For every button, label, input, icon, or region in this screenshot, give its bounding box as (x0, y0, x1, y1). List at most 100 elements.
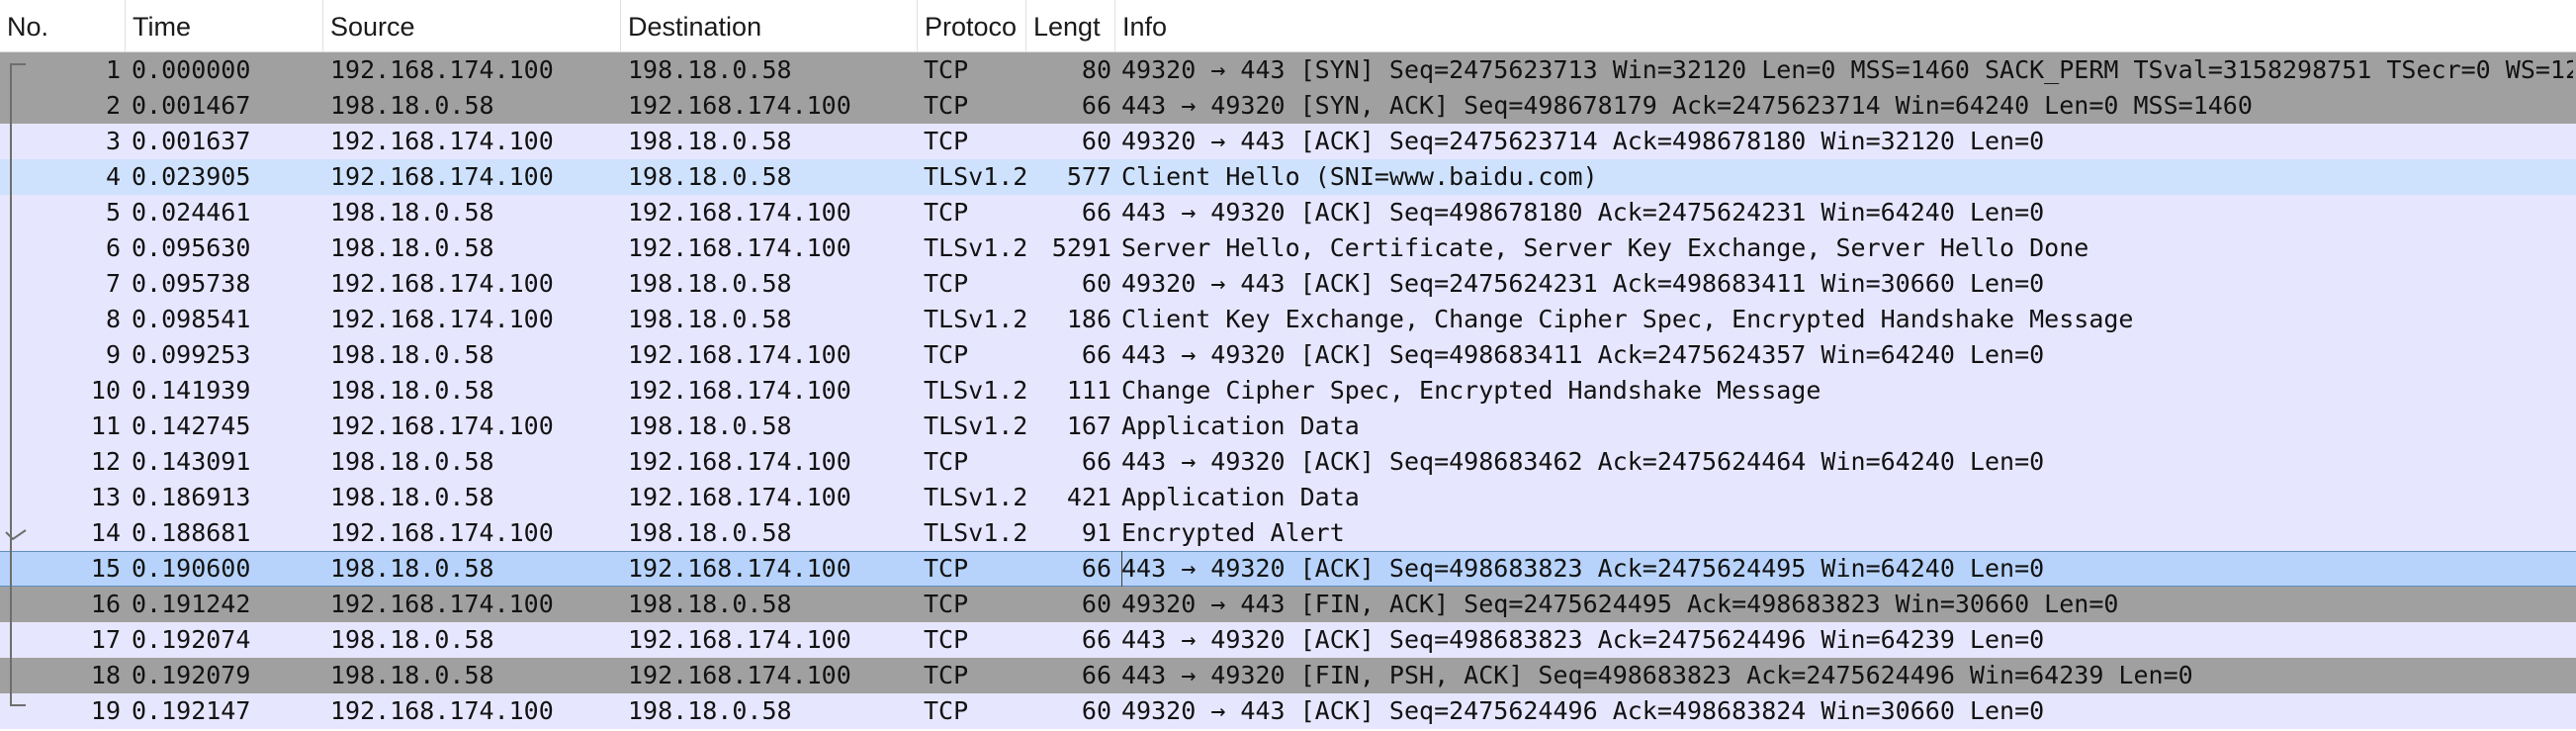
packet-length: 167 (1066, 411, 1111, 440)
packet-protocol: TCP (924, 554, 969, 583)
packet-row[interactable]: 4 0.023905 192.168.174.100 198.18.0.58 TLSv1… (0, 159, 2576, 195)
packet-row[interactable]: 3 0.001637 192.168.174.100 198.18.0.58 TCP 60… (0, 124, 2576, 159)
packet-no: 15 (90, 554, 121, 583)
packet-protocol: TCP (924, 269, 969, 298)
packet-row[interactable]: 13 0.186913 198.18.0.58 192.168.174.100 TLSv… (0, 480, 2576, 515)
packet-source: 198.18.0.58 (330, 376, 494, 405)
packet-row[interactable]: 14 0.188681 192.168.174.100 198.18.0.58 TLSv… (0, 515, 2576, 551)
packet-time: 0.186913 (132, 483, 251, 511)
packet-destination: 198.18.0.58 (628, 590, 792, 618)
packet-destination: 192.168.174.100 (628, 625, 851, 654)
packet-info: Client Hello (SNI=www.baidu.com) (1121, 162, 1598, 191)
packet-row[interactable]: 9 0.099253 198.18.0.58 192.168.174.100 TCP 66… (0, 337, 2576, 373)
packet-protocol: TCP (924, 340, 969, 369)
packet-time: 0.000000 (132, 55, 251, 84)
packet-no: 1 (105, 55, 121, 84)
packet-length: 421 (1066, 483, 1111, 511)
packet-source: 198.18.0.58 (330, 91, 494, 120)
packet-list[interactable]: No. Time Source Destination Protoco Leng… (0, 0, 2576, 731)
packet-protocol: TCP (924, 590, 969, 618)
packet-length: 66 (1081, 340, 1111, 369)
packet-info: 443 → 49320 [ACK] Seq=498683823 Ack=2475… (1121, 551, 2573, 587)
packet-row[interactable]: 11 0.142745 192.168.174.100 198.18.0.58 TLSv… (0, 409, 2576, 444)
packet-source: 198.18.0.58 (330, 554, 494, 583)
packet-length: 66 (1081, 198, 1111, 227)
packet-row[interactable]: 8 0.098541 192.168.174.100 198.18.0.58 TLSv1… (0, 302, 2576, 337)
packet-protocol: TCP (924, 127, 969, 155)
packet-time: 0.024461 (132, 198, 251, 227)
packet-no: 12 (90, 447, 121, 476)
packet-destination: 198.18.0.58 (628, 162, 792, 191)
packet-row[interactable]: 7 0.095738 192.168.174.100 198.18.0.58 TCP 60… (0, 266, 2576, 302)
packet-row[interactable]: 5 0.024461 198.18.0.58 192.168.174.100 TCP 66… (0, 195, 2576, 230)
packet-protocol: TCP (924, 696, 969, 725)
column-header-no[interactable]: No. (0, 0, 126, 51)
packet-length: 5291 (1051, 233, 1111, 262)
packet-destination: 192.168.174.100 (628, 554, 851, 583)
column-header-info[interactable]: Info (1115, 0, 2576, 51)
packet-no: 7 (105, 269, 121, 298)
packet-no: 16 (90, 590, 121, 618)
packet-info: 443 → 49320 [FIN, PSH, ACK] Seq=49868382… (1121, 661, 2193, 689)
packet-row[interactable]: 6 0.095630 198.18.0.58 192.168.174.100 TLSv1… (0, 230, 2576, 266)
packet-row[interactable]: 2 0.001467 198.18.0.58 192.168.174.100 TCP 66… (0, 88, 2576, 124)
packet-length: 66 (1081, 447, 1111, 476)
packet-info: 443 → 49320 [SYN, ACK] Seq=498678179 Ack… (1121, 91, 2253, 120)
packet-length: 66 (1081, 625, 1111, 654)
packet-source: 198.18.0.58 (330, 447, 494, 476)
packet-row[interactable]: 16 0.191242 192.168.174.100 198.18.0.58 TCP 6… (0, 587, 2576, 622)
column-header-length[interactable]: Lengt (1026, 0, 1115, 51)
packet-no: 9 (105, 340, 121, 369)
packet-info: 49320 → 443 [SYN] Seq=2475623713 Win=321… (1121, 55, 2573, 84)
packet-source: 192.168.174.100 (330, 305, 554, 333)
packet-source: 192.168.174.100 (330, 696, 554, 725)
packet-length: 60 (1081, 696, 1111, 725)
packet-row[interactable]: 19 0.192147 192.168.174.100 198.18.0.58 TCP 6… (0, 693, 2576, 729)
packet-info: 443 → 49320 [ACK] Seq=498683411 Ack=2475… (1121, 340, 2045, 369)
packet-length: 60 (1081, 590, 1111, 618)
packet-row[interactable]: 15 0.190600 198.18.0.58 192.168.174.100 TCP 6… (0, 551, 2576, 587)
packet-time: 0.095738 (132, 269, 251, 298)
packet-time: 0.142745 (132, 411, 251, 440)
column-header-time[interactable]: Time (126, 0, 323, 51)
packet-info: 443 → 49320 [ACK] Seq=498678180 Ack=2475… (1121, 198, 2045, 227)
packet-info: Server Hello, Certificate, Server Key Ex… (1121, 233, 2089, 262)
column-header-protocol[interactable]: Protoco (918, 0, 1026, 51)
packet-protocol: TLSv1.2 (924, 233, 1028, 262)
column-header-destination[interactable]: Destination (621, 0, 918, 51)
packet-time: 0.190600 (132, 554, 251, 583)
column-header-source[interactable]: Source (323, 0, 621, 51)
packet-length: 111 (1066, 376, 1111, 405)
packet-row[interactable]: 18 0.192079 198.18.0.58 192.168.174.100 TCP 6… (0, 658, 2576, 693)
packet-destination: 198.18.0.58 (628, 305, 792, 333)
packet-destination: 192.168.174.100 (628, 340, 851, 369)
packet-row[interactable]: 1 0.000000 192.168.174.100 198.18.0.58 TCP 80… (0, 52, 2576, 88)
packet-no: 2 (105, 91, 121, 120)
packet-source: 198.18.0.58 (330, 340, 494, 369)
packet-time: 0.188681 (132, 518, 251, 547)
packet-no: 5 (105, 198, 121, 227)
packet-protocol: TLSv1.2 (924, 518, 1028, 547)
packet-no: 4 (105, 162, 121, 191)
packet-destination: 198.18.0.58 (628, 127, 792, 155)
packet-destination: 192.168.174.100 (628, 483, 851, 511)
packet-time: 0.023905 (132, 162, 251, 191)
packet-source: 192.168.174.100 (330, 590, 554, 618)
packet-no: 3 (105, 127, 121, 155)
packet-time: 0.141939 (132, 376, 251, 405)
packet-time: 0.192079 (132, 661, 251, 689)
packet-row[interactable]: 17 0.192074 198.18.0.58 192.168.174.100 TCP 6… (0, 622, 2576, 658)
packet-time: 0.191242 (132, 590, 251, 618)
packet-time: 0.098541 (132, 305, 251, 333)
packet-time: 0.192147 (132, 696, 251, 725)
packet-source: 192.168.174.100 (330, 55, 554, 84)
packet-destination: 192.168.174.100 (628, 376, 851, 405)
packet-length: 60 (1081, 269, 1111, 298)
packet-row[interactable]: 10 0.141939 198.18.0.58 192.168.174.100 TLSv… (0, 373, 2576, 409)
packet-length: 66 (1081, 91, 1111, 120)
related-packets-end-marker (10, 704, 26, 706)
packet-length: 577 (1066, 162, 1111, 191)
packet-source: 192.168.174.100 (330, 269, 554, 298)
packet-time: 0.143091 (132, 447, 251, 476)
packet-row[interactable]: 12 0.143091 198.18.0.58 192.168.174.100 TCP 6… (0, 444, 2576, 480)
